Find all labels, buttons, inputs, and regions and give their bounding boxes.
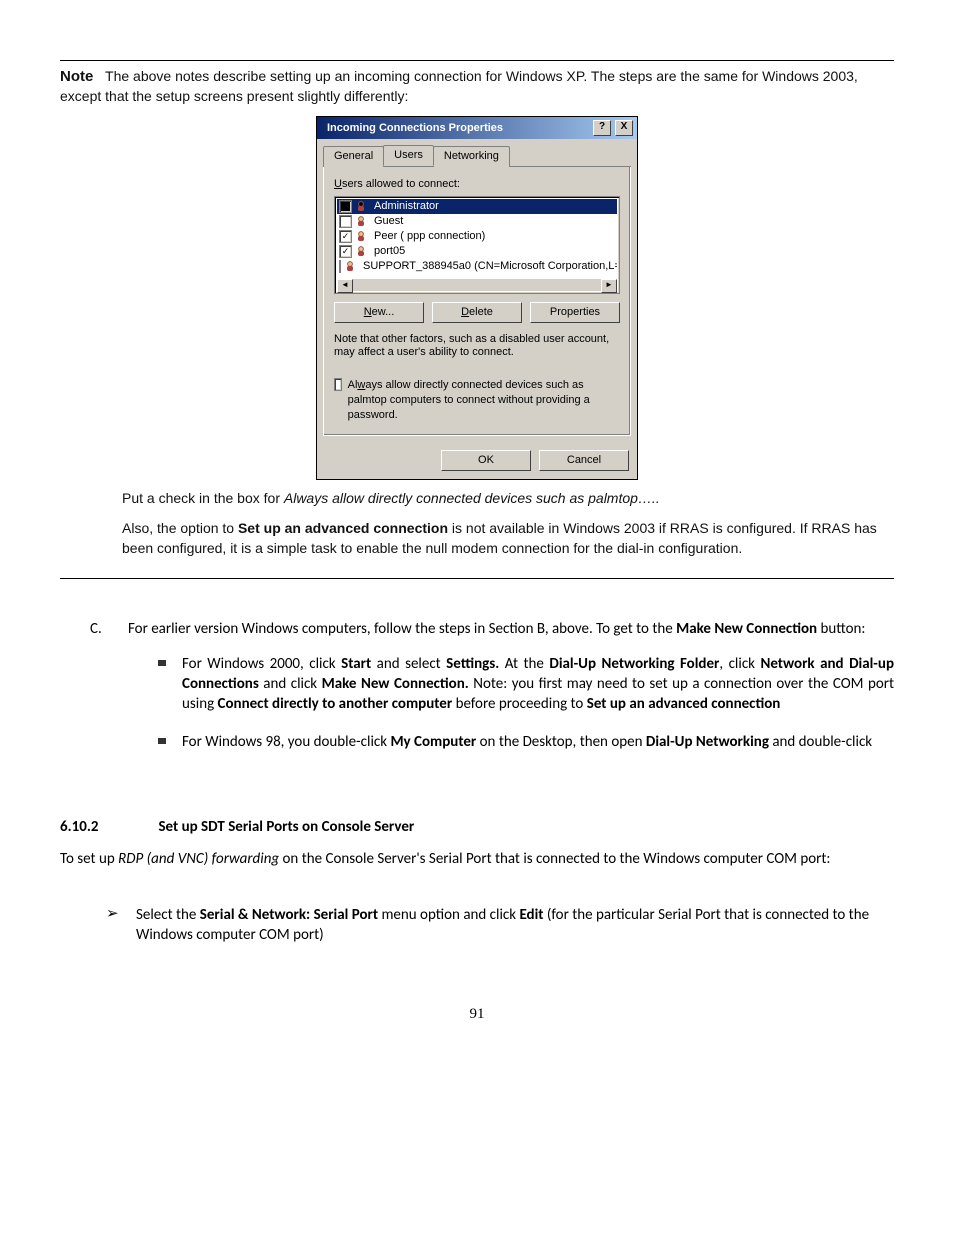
screenshot-wrapper: Incoming Connections Properties ? X Gene…	[60, 116, 894, 479]
horizontal-scrollbar[interactable]: ◄ ►	[337, 279, 617, 291]
list-item[interactable]: ✓ port05	[337, 244, 617, 259]
square-bullet-icon	[158, 660, 166, 666]
always-allow-row: Always allow directly connected devices …	[334, 378, 620, 423]
list-buttons-row: New... Delete Properties	[334, 302, 620, 323]
note-box: Note The above notes describe setting up…	[60, 60, 894, 579]
body-content: C. For earlier version Windows computers…	[60, 619, 894, 945]
properties-button[interactable]: Properties	[530, 302, 620, 323]
checkbox[interactable]: ✓	[339, 245, 352, 258]
incoming-connections-dialog: Incoming Connections Properties ? X Gene…	[316, 116, 638, 479]
close-button[interactable]: X	[615, 120, 633, 136]
tab-users[interactable]: Users	[383, 145, 434, 166]
cancel-button[interactable]: Cancel	[539, 450, 629, 471]
tab-strip: General Users Networking	[323, 145, 631, 167]
titlebar: Incoming Connections Properties ? X	[317, 117, 637, 139]
always-allow-label: Always allow directly connected devices …	[348, 378, 620, 423]
delete-button[interactable]: Delete	[432, 302, 522, 323]
user-name: port05	[374, 244, 405, 259]
arrow-item: ➢ Select the Serial & Network: Serial Po…	[106, 905, 894, 946]
ok-button[interactable]: OK	[441, 450, 531, 471]
section-title: Set up SDT Serial Ports on Console Serve…	[158, 817, 414, 837]
user-name: Peer ( ppp connection)	[374, 229, 485, 244]
arrow-list: ➢ Select the Serial & Network: Serial Po…	[106, 905, 894, 946]
scroll-left-button[interactable]: ◄	[337, 279, 353, 293]
page-number: 91	[60, 1006, 894, 1023]
user-name: Administrator	[374, 199, 439, 214]
square-bullet-icon	[158, 738, 166, 744]
tab-networking[interactable]: Networking	[433, 146, 510, 167]
section-number: 6.10.2	[60, 817, 98, 837]
bullet-item: For Windows 2000, click Start and select…	[158, 654, 894, 715]
checkbox[interactable]	[339, 215, 352, 228]
new-button[interactable]: New...	[334, 302, 424, 323]
list-item[interactable]: Guest	[337, 214, 617, 229]
tab-general[interactable]: General	[323, 146, 384, 167]
users-listbox[interactable]: Administrator Guest ✓ Peer ( ppp connect…	[334, 196, 620, 294]
users-allowed-label: Users allowed to connect:	[334, 177, 620, 192]
dialog-title: Incoming Connections Properties	[327, 121, 503, 136]
always-allow-checkbox[interactable]	[334, 378, 342, 391]
list-marker: C.	[90, 619, 110, 770]
list-note-text: Note that other factors, such as a disab…	[334, 333, 620, 361]
scroll-right-button[interactable]: ►	[601, 279, 617, 293]
list-item[interactable]: SUPPORT_388945a0 (CN=Microsoft Corporati…	[337, 259, 617, 274]
document-page: Note The above notes describe setting up…	[0, 0, 954, 1063]
user-name: SUPPORT_388945a0 (CN=Microsoft Corporati…	[363, 259, 617, 274]
checkbox[interactable]	[339, 200, 352, 213]
lettered-list: C. For earlier version Windows computers…	[90, 619, 894, 770]
user-icon	[345, 260, 359, 272]
list-item-C: C. For earlier version Windows computers…	[90, 619, 894, 770]
dialog-footer: OK Cancel	[317, 442, 637, 479]
list-item[interactable]: ✓ Peer ( ppp connection)	[337, 229, 617, 244]
users-tabpanel: Users allowed to connect: Administrator	[323, 167, 631, 436]
note-label: Note	[60, 68, 93, 85]
checkbox[interactable]: ✓	[339, 230, 352, 243]
bullet-item: For Windows 98, you double-click My Comp…	[158, 732, 894, 752]
note-text: The above notes describe setting up an i…	[60, 68, 858, 104]
checkbox[interactable]	[339, 260, 341, 273]
list-item[interactable]: Administrator	[337, 199, 617, 214]
user-icon	[356, 245, 370, 257]
square-bullet-list: For Windows 2000, click Start and select…	[158, 654, 894, 753]
user-icon	[356, 200, 370, 212]
help-button[interactable]: ?	[593, 120, 611, 136]
user-icon	[356, 230, 370, 242]
user-name: Guest	[374, 214, 403, 229]
section-paragraph: To set up RDP (and VNC) forwarding on th…	[60, 849, 894, 869]
arrow-icon: ➢	[106, 905, 122, 946]
user-icon	[356, 215, 370, 227]
post-dialog-text: Put a check in the box for Always allow …	[122, 488, 894, 559]
section-heading: 6.10.2 Set up SDT Serial Ports on Consol…	[60, 817, 894, 837]
